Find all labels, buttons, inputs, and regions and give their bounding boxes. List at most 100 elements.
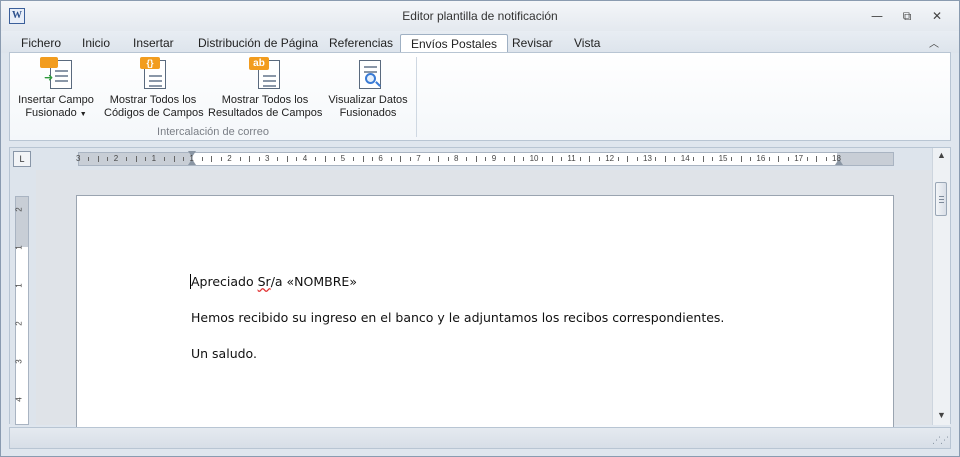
ruler-tick (513, 156, 515, 162)
ruler-tick (674, 157, 676, 161)
tab-fichero[interactable]: Fichero (11, 34, 71, 54)
tab-revisar[interactable]: Revisar (502, 34, 563, 54)
show-field-codes-label-2: Códigos de Campos (104, 107, 204, 119)
scroll-up-arrow-icon[interactable]: ▲ (937, 150, 946, 160)
paragraph-greeting[interactable]: Apreciado Sr/a «NOMBRE» (191, 274, 357, 289)
ruler-tick (560, 157, 562, 161)
ruler-tick (324, 156, 326, 162)
document-canvas: Apreciado Sr/a «NOMBRE» Hemos recibido s… (36, 170, 934, 435)
restore-icon[interactable]: ⧉ (897, 8, 917, 24)
ruler-tick (145, 157, 147, 161)
ruler-tick (362, 156, 364, 162)
app-window: W Editor plantilla de notificación — ⧉ ✕… (0, 0, 960, 457)
ruler-tick (825, 157, 827, 161)
ruler-tick (315, 157, 317, 161)
show-field-results-icon: ab (249, 57, 281, 91)
ribbon-panel: ➜ Insertar Campo Fusionado ▼ {} Mostrar … (9, 52, 951, 141)
close-icon[interactable]: ✕ (927, 8, 947, 24)
ruler-tick (258, 157, 260, 161)
vertical-ruler-number: 2 (14, 321, 24, 326)
ruler-number: 17 (794, 154, 804, 163)
ruler-tick (485, 157, 487, 161)
horizontal-ruler-area: L 3 2 1 1 2 3 4 5 6 7 8 9 10 11 12 13 14 15 16 17 18 (10, 148, 934, 170)
top-margin-zone (16, 197, 28, 247)
ruler-tick (523, 157, 525, 161)
document-page[interactable]: Apreciado Sr/a «NOMBRE» Hemos recibido s… (76, 195, 894, 435)
title-bar: W Editor plantilla de notificación — ⧉ ✕ (1, 1, 959, 31)
ruler-tick (438, 156, 440, 162)
ruler-tick (296, 157, 298, 161)
ruler-tick (353, 157, 355, 161)
ruler-number: 2 (113, 154, 119, 163)
scroll-down-arrow-icon[interactable]: ▼ (937, 410, 946, 420)
ruler-tick (390, 157, 392, 161)
document-workspace: L 3 2 1 1 2 3 4 5 6 7 8 9 10 11 12 13 14 15 16 17 18 211234 … (9, 147, 951, 435)
vertical-ruler-number: 4 (14, 397, 24, 402)
tab-insertar[interactable]: Insertar (123, 34, 184, 54)
insert-merge-field-button[interactable]: ➜ Insertar Campo Fusionado ▼ (16, 57, 96, 121)
resize-grip-icon[interactable]: ⋰⋰ (932, 435, 949, 446)
insert-merge-field-label-2: Fusionado (25, 107, 77, 119)
ruler-tick (277, 157, 279, 161)
ruler-tick (135, 156, 137, 162)
preview-merged-data-label-2: Fusionados (339, 107, 397, 119)
show-field-codes-button[interactable]: {} Mostrar Todos los Códigos de Campos (104, 57, 204, 120)
horizontal-ruler[interactable]: 3 2 1 1 2 3 4 5 6 7 8 9 10 11 12 13 14 15 16 17 18 (76, 151, 894, 166)
ruler-number: 1 (151, 154, 157, 163)
ruler-tick (655, 157, 657, 161)
ruler-tick (636, 157, 638, 161)
ruler-number: 13 (643, 154, 652, 163)
tab-vista[interactable]: Vista (564, 34, 610, 54)
ruler-number: 14 (680, 154, 690, 163)
ruler-tick (702, 156, 704, 162)
vertical-ruler-number: 3 (14, 359, 24, 364)
ruler-tick (371, 157, 373, 161)
misspelled-word[interactable]: Sr (258, 274, 271, 289)
right-margin-zone (837, 153, 893, 165)
paragraph-body[interactable]: Hemos recibido su ingreso en el banco y … (191, 310, 724, 325)
field-results-badge: ab (249, 57, 269, 70)
ruler-tick (239, 157, 241, 161)
vertical-scrollbar[interactable]: ▲ ▼ (932, 148, 950, 425)
ruler-tick (627, 156, 629, 162)
vertical-ruler[interactable]: 2 1 1 2 3 4 (15, 196, 29, 425)
ruler-tick (693, 157, 695, 161)
scrollbar-thumb[interactable] (935, 182, 947, 216)
ruler-number: 8 (454, 154, 459, 163)
vertical-ruler-number: 2 (14, 207, 24, 212)
ruler-tick (164, 157, 166, 161)
greeting-prefix: Apreciado (191, 274, 258, 289)
tab-distribucion-pagina[interactable]: Distribución de Página (188, 34, 328, 54)
insert-merge-field-label-1: Insertar Campo (18, 94, 94, 106)
status-bar: ⋰⋰ (9, 427, 951, 449)
greeting-merge-field: /a «NOMBRE» (270, 274, 357, 289)
ruler-tick (466, 157, 468, 161)
preview-merged-data-button[interactable]: Visualizar Datos Fusionados (326, 57, 410, 120)
dropdown-arrow-icon[interactable]: ▼ (80, 111, 87, 118)
show-field-results-button[interactable]: ab Mostrar Todos los Resultados de Campo… (208, 57, 322, 120)
ruler-tick (579, 157, 581, 161)
ruler-tick (664, 156, 666, 162)
ruler-tick (504, 157, 506, 161)
ruler-tick (428, 157, 430, 161)
paragraph-closing[interactable]: Un saludo. (191, 346, 257, 361)
ruler-number: 3 (265, 154, 270, 163)
ruler-tick (249, 156, 251, 162)
ruler-tick (787, 157, 789, 161)
window-title: Editor plantilla de notificación (402, 9, 558, 23)
collapse-ribbon-icon[interactable]: ︿ (929, 35, 939, 50)
show-field-codes-label-1: Mostrar Todos los (109, 94, 197, 106)
ruler-number: 11 (567, 154, 576, 163)
ruler-tick (589, 156, 591, 162)
ruler-tick (182, 157, 184, 161)
ruler-tick (97, 156, 99, 162)
tab-inicio[interactable]: Inicio (72, 34, 120, 54)
tab-stop-selector[interactable]: L (13, 151, 31, 167)
ruler-number: 2 (227, 154, 232, 163)
minimize-icon[interactable]: — (867, 8, 887, 24)
ruler-tick (617, 157, 619, 161)
tab-envios-postales[interactable]: Envíos Postales (400, 34, 509, 54)
tab-referencias[interactable]: Referencias (319, 34, 403, 54)
ruler-tick (475, 156, 477, 162)
ruler-tick (409, 157, 411, 161)
